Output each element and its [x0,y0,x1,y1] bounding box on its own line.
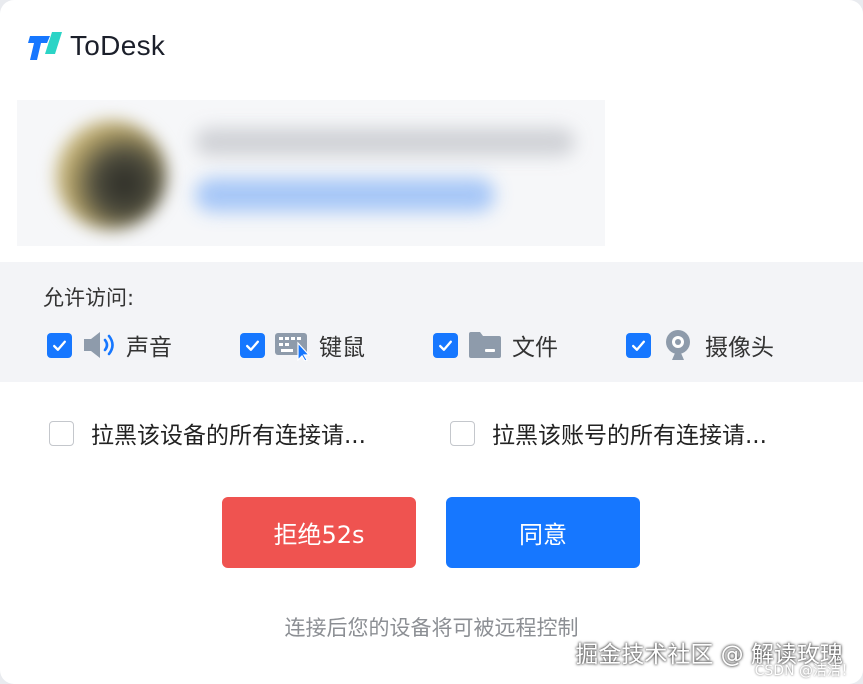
keyboard-mouse-checkbox[interactable] [240,332,265,358]
checkmark-icon [439,340,452,351]
webcam-icon [660,329,696,361]
accept-button[interactable]: 同意 [446,497,640,568]
block-account-option[interactable]: 拉黑该账号的所有连接请... [450,418,767,449]
keyboard-mouse-icon [274,329,310,361]
checkmark-icon [53,340,66,351]
permission-keyboard-mouse[interactable]: 键鼠 [240,328,365,362]
reject-button[interactable]: 拒绝52s [222,497,416,568]
checkmark-icon [632,340,645,351]
camera-label: 摄像头 [705,335,774,361]
folder-icon [467,329,503,361]
connection-request-dialog: ToDesk 允许访问: 声音 键鼠 文件 摄像头 拉黑该设备的所有连接请...… [0,0,863,684]
checkmark-icon [246,340,259,351]
permission-files[interactable]: 文件 [433,328,558,362]
camera-checkbox[interactable] [626,332,651,358]
keyboard-mouse-label: 键鼠 [319,335,365,361]
block-account-checkbox[interactable] [450,420,475,446]
sound-label: 声音 [126,335,172,361]
watermark-subtext: CSDN @洁洁！ [754,663,855,679]
sound-checkbox[interactable] [47,332,72,358]
avatar [55,120,167,230]
app-logo: ToDesk [28,30,165,62]
app-name: ToDesk [70,30,166,61]
files-label: 文件 [512,335,558,361]
block-account-label: 拉黑该账号的所有连接请... [492,423,767,449]
block-device-option[interactable]: 拉黑该设备的所有连接请... [49,418,366,449]
files-checkbox[interactable] [433,332,458,358]
requester-id-blurred [195,178,495,212]
requester-info-blurred [17,100,605,246]
block-device-checkbox[interactable] [49,420,74,446]
block-device-label: 拉黑该设备的所有连接请... [91,423,366,449]
requester-name-blurred [195,128,575,156]
permissions-panel: 允许访问: 声音 键鼠 文件 摄像头 [0,262,863,382]
permission-camera[interactable]: 摄像头 [626,328,774,362]
permissions-title: 允许访问: [43,286,135,310]
todesk-logo-icon [28,30,64,62]
speaker-icon [81,329,117,361]
permission-sound[interactable]: 声音 [47,328,172,362]
